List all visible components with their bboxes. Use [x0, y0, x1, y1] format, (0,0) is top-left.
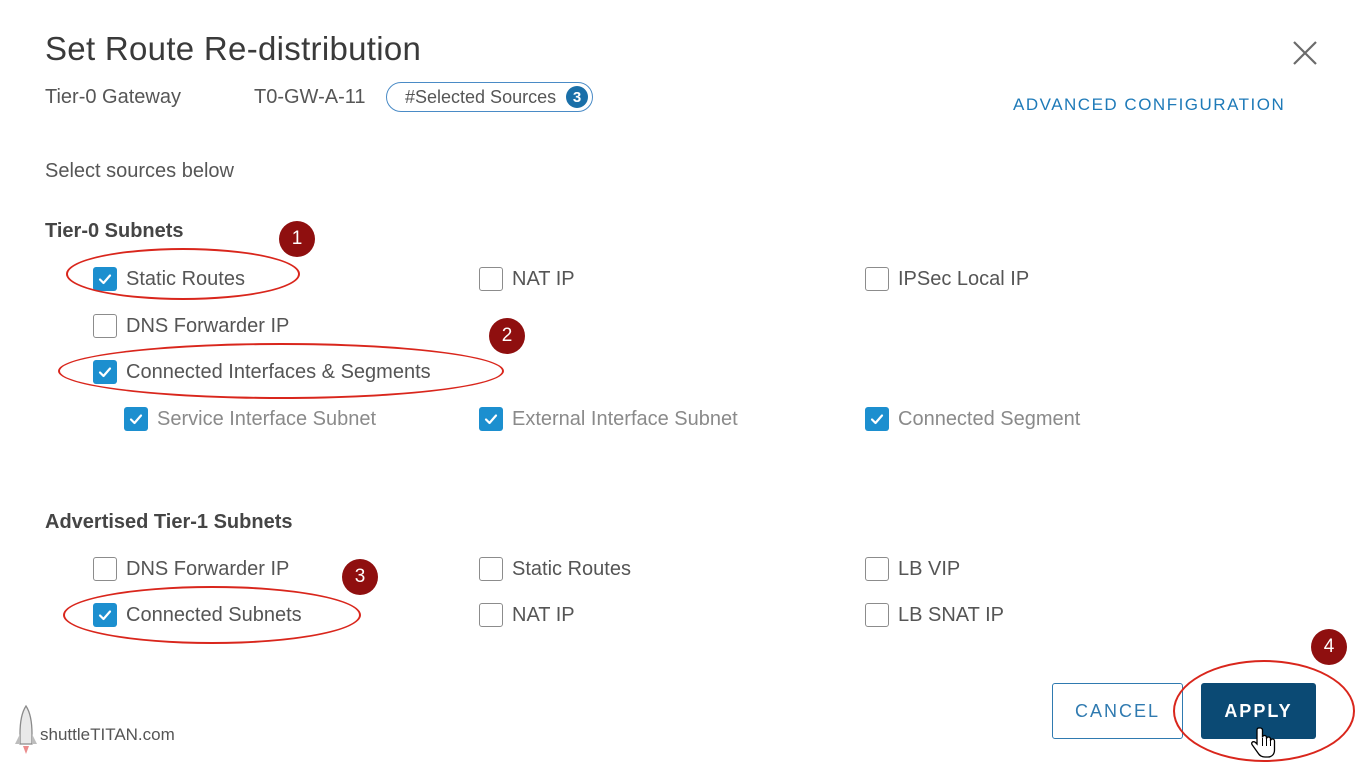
tier0-static-routes-checkbox[interactable]: Static Routes [93, 267, 245, 291]
gateway-name: T0-GW-A-11 [254, 86, 366, 108]
checkmark-icon [98, 367, 112, 378]
selected-sources-label: #Selected Sources [405, 86, 557, 107]
tier1-dns-forwarder-ip-checkbox[interactable]: DNS Forwarder IP [93, 557, 289, 581]
checkbox-box[interactable] [865, 407, 889, 431]
checkbox-label: IPSec Local IP [898, 267, 1030, 290]
checkbox-box[interactable] [865, 267, 889, 291]
checkbox-box[interactable] [479, 557, 503, 581]
checkbox-label: Static Routes [512, 557, 631, 580]
checkbox-box[interactable] [479, 603, 503, 627]
watermark-text: shuttleTITAN.com [40, 725, 175, 744]
selected-sources-badge: #Selected Sources 3 [386, 82, 594, 112]
tier1-lb-snat-ip-checkbox[interactable]: LB SNAT IP [865, 603, 1004, 627]
checkbox-box[interactable] [479, 267, 503, 291]
close-button[interactable] [1290, 38, 1320, 68]
checkmark-icon [870, 414, 884, 425]
annotation-marker-2: 2 [489, 318, 525, 354]
checkmark-icon [129, 414, 143, 425]
checkbox-box[interactable] [93, 603, 117, 627]
checkbox-box[interactable] [479, 407, 503, 431]
checkbox-label: DNS Forwarder IP [126, 557, 290, 580]
tier0-service-interface-subnet-checkbox[interactable]: Service Interface Subnet [124, 407, 376, 431]
checkbox-box[interactable] [93, 557, 117, 581]
checkbox-label: DNS Forwarder IP [126, 314, 290, 337]
tier1-nat-ip-checkbox[interactable]: NAT IP [479, 603, 575, 627]
checkbox-box[interactable] [93, 360, 117, 384]
tier0-nat-ip-checkbox[interactable]: NAT IP [479, 267, 575, 291]
tier0-heading: Tier-0 Subnets [45, 220, 184, 242]
checkbox-label: NAT IP [512, 603, 575, 626]
select-sources-hint: Select sources below [45, 160, 234, 182]
checkbox-box[interactable] [93, 267, 117, 291]
tier0-dns-forwarder-ip-checkbox[interactable]: DNS Forwarder IP [93, 314, 289, 338]
tier0-connected-interfaces-checkbox[interactable]: Connected Interfaces & Segments [93, 360, 431, 384]
tier1-static-routes-checkbox[interactable]: Static Routes [479, 557, 631, 581]
checkbox-label: Service Interface Subnet [157, 407, 377, 430]
checkmark-icon [98, 610, 112, 621]
tier1-connected-subnets-checkbox[interactable]: Connected Subnets [93, 603, 302, 627]
checkbox-box[interactable] [865, 557, 889, 581]
selected-sources-count: 3 [566, 86, 589, 108]
checkbox-label: NAT IP [512, 267, 575, 290]
dialog-title: Set Route Re-distribution [45, 30, 422, 67]
checkbox-label: External Interface Subnet [512, 407, 738, 430]
checkbox-box[interactable] [124, 407, 148, 431]
shuttle-logo-icon [15, 704, 37, 754]
cancel-button[interactable]: CANCEL [1052, 683, 1183, 739]
checkbox-label: Connected Interfaces & Segments [126, 360, 431, 383]
tier0-connected-segment-checkbox[interactable]: Connected Segment [865, 407, 1080, 431]
annotation-marker-3: 3 [342, 559, 378, 595]
checkbox-box[interactable] [93, 314, 117, 338]
checkmark-icon [98, 274, 112, 285]
checkbox-label: LB VIP [898, 557, 961, 580]
hand-pointer-icon [1251, 727, 1276, 758]
tier1-lb-vip-checkbox[interactable]: LB VIP [865, 557, 960, 581]
gateway-label: Tier-0 Gateway [45, 86, 181, 108]
checkbox-label: Connected Subnets [126, 603, 302, 626]
checkbox-label: LB SNAT IP [898, 603, 1004, 626]
advanced-configuration-link[interactable]: ADVANCED CONFIGURATION [1013, 95, 1285, 115]
close-icon [1293, 41, 1317, 65]
watermark-logo: shuttleTITAN.com [14, 704, 175, 760]
tier0-external-interface-subnet-checkbox[interactable]: External Interface Subnet [479, 407, 738, 431]
annotation-marker-4: 4 [1311, 629, 1347, 665]
checkbox-label: Connected Segment [898, 407, 1081, 430]
checkbox-box[interactable] [865, 603, 889, 627]
tier0-ipsec-local-ip-checkbox[interactable]: IPSec Local IP [865, 267, 1029, 291]
checkbox-label: Static Routes [126, 267, 245, 290]
annotation-marker-1: 1 [279, 221, 315, 257]
checkmark-icon [484, 414, 498, 425]
tier1-heading: Advertised Tier-1 Subnets [45, 511, 293, 533]
